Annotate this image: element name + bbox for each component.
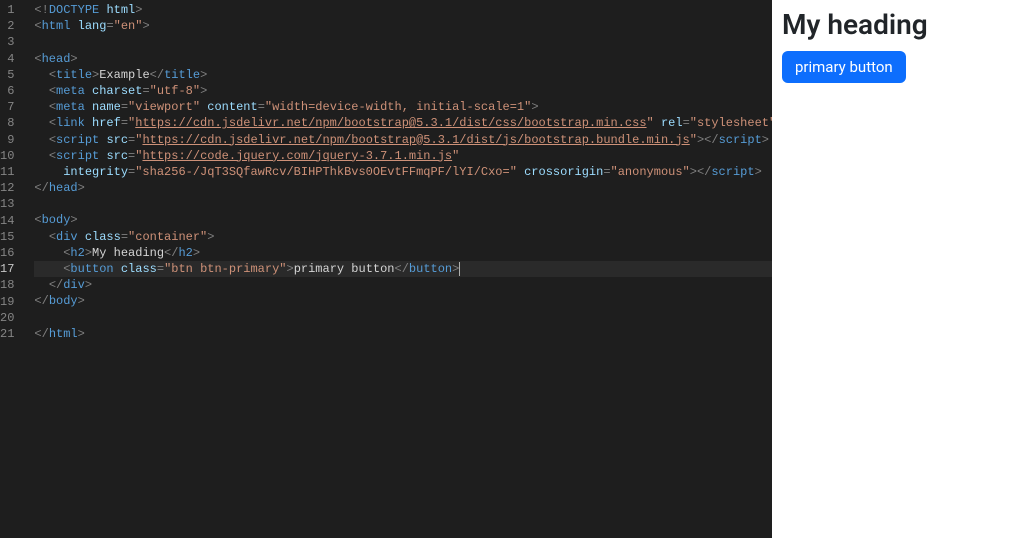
- code-line[interactable]: <title>Example</title>: [34, 67, 772, 83]
- line-number: 14: [0, 213, 24, 229]
- line-number: 10: [0, 148, 24, 164]
- line-number: 19: [0, 294, 24, 310]
- line-number: 2: [0, 18, 24, 34]
- code-line[interactable]: <script src="https://code.jquery.com/jqu…: [34, 148, 772, 164]
- line-number: 17: [0, 261, 24, 277]
- line-number: 5: [0, 67, 24, 83]
- code-line[interactable]: <h2>My heading</h2>: [34, 245, 772, 261]
- line-number: 13: [0, 196, 24, 212]
- line-number: 21: [0, 326, 24, 342]
- code-line[interactable]: <div class="container">: [34, 229, 772, 245]
- line-number: 8: [0, 115, 24, 131]
- code-line[interactable]: </html>: [34, 326, 772, 342]
- code-line[interactable]: </body>: [34, 293, 772, 309]
- line-number: 1: [0, 2, 24, 18]
- code-line[interactable]: </div>: [34, 277, 772, 293]
- line-number: 12: [0, 180, 24, 196]
- text-cursor: [459, 262, 460, 276]
- line-number: 18: [0, 277, 24, 293]
- preview-heading: My heading: [782, 8, 1014, 41]
- code-line[interactable]: <meta charset="utf-8">: [34, 83, 772, 99]
- line-number: 4: [0, 51, 24, 67]
- code-line[interactable]: <link href="https://cdn.jsdelivr.net/npm…: [34, 115, 772, 131]
- line-number: 7: [0, 99, 24, 115]
- preview-panel: My heading primary button: [772, 0, 1024, 538]
- line-number: 15: [0, 229, 24, 245]
- line-number: 3: [0, 34, 24, 50]
- line-number: 16: [0, 245, 24, 261]
- code-editor[interactable]: 123456789101112131415161718192021 <!DOCT…: [0, 0, 772, 538]
- line-number: 20: [0, 310, 24, 326]
- code-line[interactable]: integrity="sha256-/JqT3SQfawRcv/BIHPThkB…: [34, 164, 772, 180]
- code-line[interactable]: [34, 310, 772, 326]
- line-number: 11: [0, 164, 24, 180]
- code-line[interactable]: </head>: [34, 180, 772, 196]
- line-number: 9: [0, 132, 24, 148]
- code-line[interactable]: <meta name="viewport" content="width=dev…: [34, 99, 772, 115]
- line-number: 6: [0, 83, 24, 99]
- code-line[interactable]: <head>: [34, 51, 772, 67]
- code-line[interactable]: [34, 196, 772, 212]
- code-line[interactable]: <script src="https://cdn.jsdelivr.net/np…: [34, 132, 772, 148]
- line-number-gutter: 123456789101112131415161718192021: [0, 0, 24, 538]
- code-line[interactable]: [34, 34, 772, 50]
- primary-button[interactable]: primary button: [782, 51, 906, 83]
- code-line[interactable]: <html lang="en">: [34, 18, 772, 34]
- code-line[interactable]: <body>: [34, 212, 772, 228]
- code-text-area[interactable]: <!DOCTYPE html><html lang="en"> <head> <t…: [24, 0, 772, 538]
- code-line[interactable]: <button class="btn btn-primary">primary …: [34, 261, 772, 277]
- code-line[interactable]: <!DOCTYPE html>: [34, 2, 772, 18]
